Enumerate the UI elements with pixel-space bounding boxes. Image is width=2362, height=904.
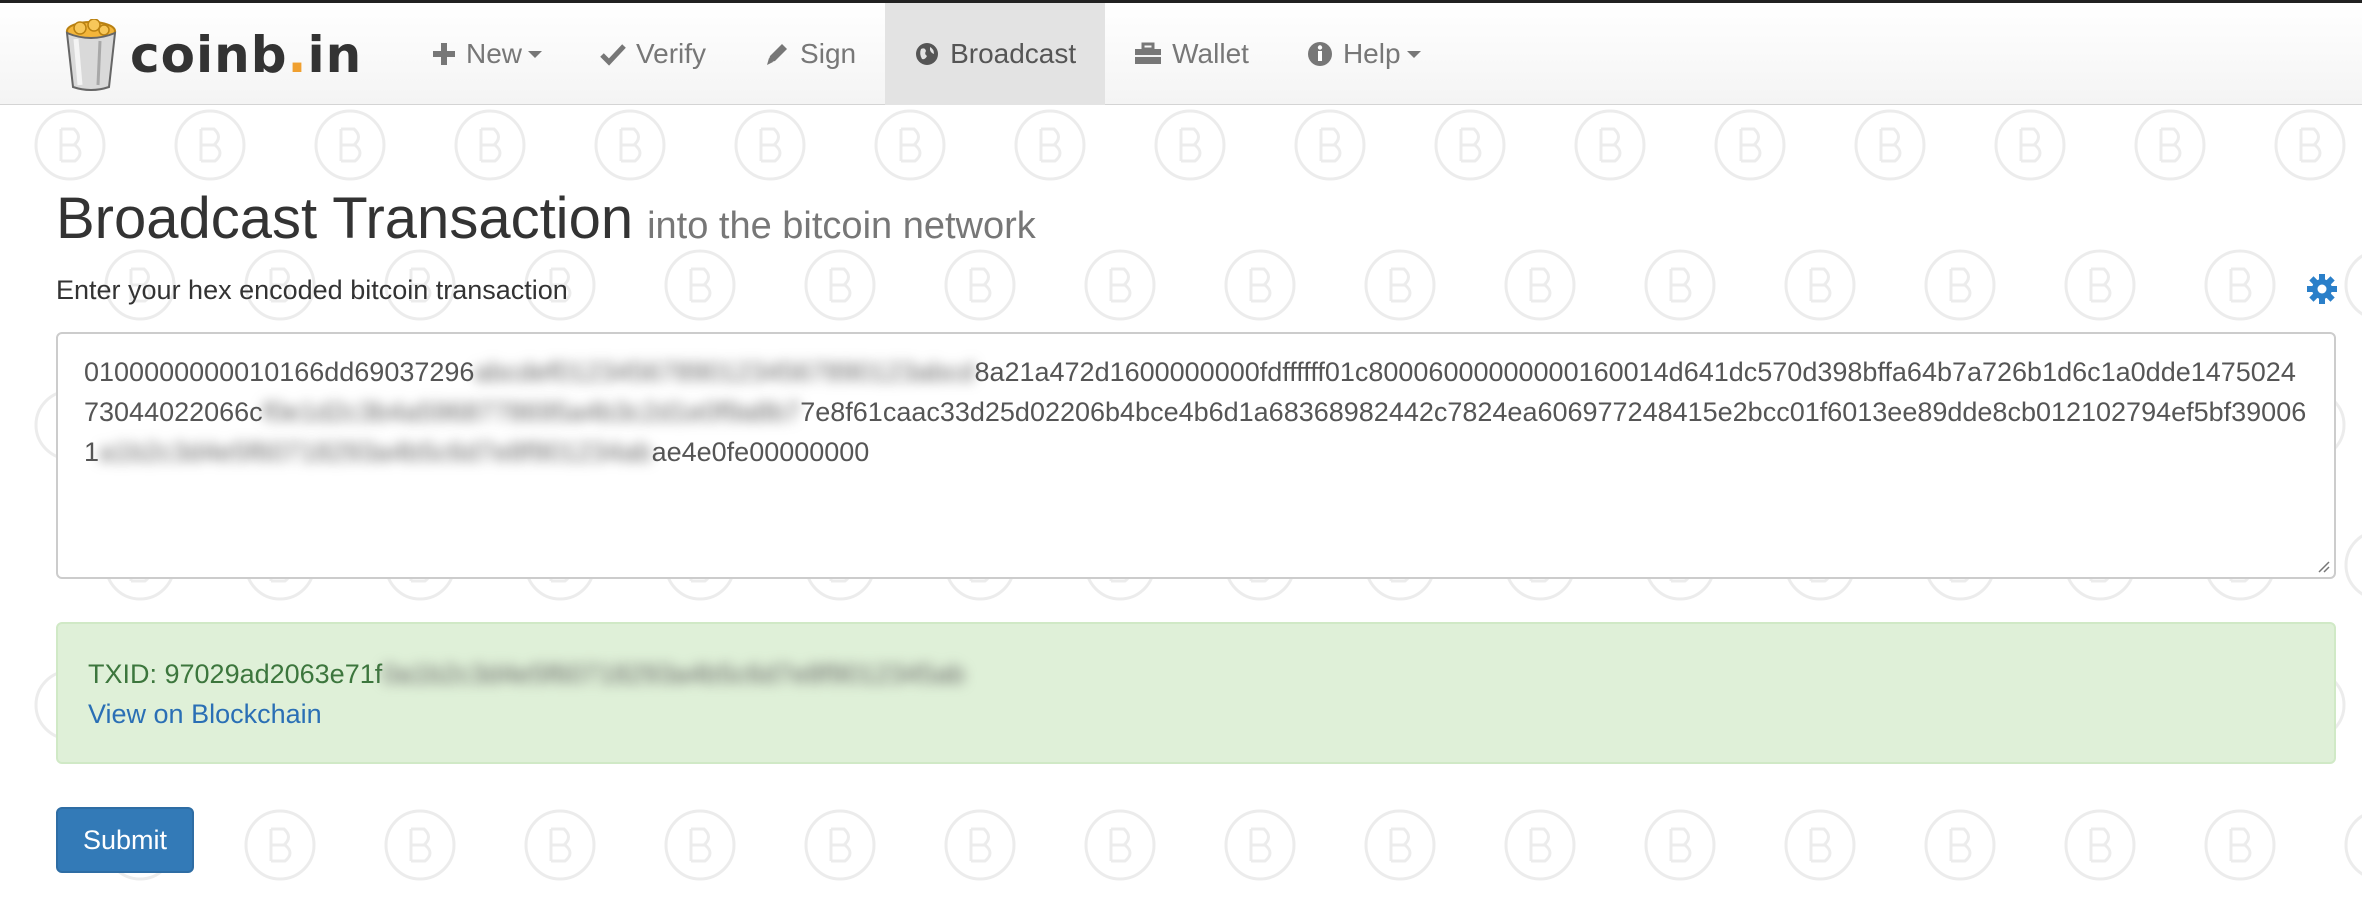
background-doodle	[969, 827, 992, 863]
tx-hex-redacted: abcdef012345678901234567890123abcd	[474, 357, 975, 387]
nav-item-label: Broadcast	[950, 38, 1077, 69]
background-doodle	[2299, 127, 2322, 163]
background-doodle	[409, 827, 432, 863]
page-title: Broadcast Transaction into the bitcoin ne…	[56, 186, 1036, 251]
briefcase-icon	[1134, 42, 1162, 66]
background-doodle	[689, 267, 712, 303]
nav-item-label: Wallet	[1172, 38, 1249, 69]
background-doodle	[2089, 827, 2112, 863]
nav-item-broadcast[interactable]: Broadcast	[885, 3, 1106, 105]
view-on-blockchain-link[interactable]: View on Blockchain	[88, 694, 322, 734]
background-doodle	[2344, 814, 2362, 876]
background-doodle	[1739, 127, 1762, 163]
nav-item-help[interactable]: Help	[1278, 3, 1450, 105]
background-doodle	[1949, 267, 1972, 303]
main-nav: New Verify Sign Broadcast Wallet Help	[403, 3, 1450, 105]
background-doodle	[1179, 127, 1202, 163]
nav-item-verify[interactable]: Verify	[571, 3, 735, 105]
tx-hex-redacted: f0e1d2c3b4a5968778695a4b3c2d1e0f9a8b7	[262, 397, 801, 427]
background-doodle	[199, 127, 222, 163]
background-doodle	[59, 127, 82, 163]
page-subtitle: into the bitcoin network	[647, 205, 1036, 247]
background-doodle	[1529, 267, 1552, 303]
tx-hex-part: 0100000000010166dd69037296	[84, 357, 475, 387]
transaction-hex-textarea[interactable]: 0100000000010166dd69037296abcdef01234567…	[56, 332, 2336, 579]
background-doodle	[1669, 267, 1692, 303]
background-doodle	[1039, 127, 1062, 163]
background-doodle	[2019, 127, 2042, 163]
nav-item-label: New	[466, 38, 523, 69]
brand-name: coinb.in	[130, 26, 363, 84]
background-doodle	[1109, 267, 1132, 303]
background-doodle	[1879, 127, 1902, 163]
background-doodle	[759, 127, 782, 163]
background-doodle	[1249, 267, 1272, 303]
plus-icon	[432, 42, 456, 66]
info-icon	[1307, 41, 1333, 67]
background-doodle	[899, 127, 922, 163]
nav-item-label: Help	[1342, 38, 1401, 69]
background-doodle	[1319, 127, 1342, 163]
nav-item-wallet[interactable]: Wallet	[1105, 3, 1278, 105]
background-doodle	[829, 267, 852, 303]
background-doodle	[269, 827, 292, 863]
top-navbar: coinb.in New Verify Sign Broadcast Walle…	[0, 0, 2362, 105]
nav-item-label: Verify	[636, 38, 707, 69]
background-doodle	[619, 127, 642, 163]
txid-redacted: 0a1b2c3d4e5f60718293a4b5c6d7e8f9012345ab	[382, 659, 965, 689]
bitcoin-bucket-icon	[65, 19, 117, 91]
background-doodle	[549, 827, 572, 863]
background-doodle	[969, 267, 992, 303]
background-doodle	[1529, 827, 1552, 863]
background-doodle	[689, 827, 712, 863]
background-doodle	[1109, 827, 1132, 863]
background-doodle	[2089, 267, 2112, 303]
check-icon	[600, 42, 626, 66]
background-doodle	[2344, 254, 2362, 316]
nav-item-label: Sign	[800, 38, 857, 69]
pencil-icon	[764, 41, 790, 67]
txid-text: TXID: 97029ad2063e71f0a1b2c3d4e5f6071829…	[88, 659, 965, 689]
success-alert: TXID: 97029ad2063e71f0a1b2c3d4e5f6071829…	[56, 622, 2336, 764]
transaction-input-label: Enter your hex encoded bitcoin transacti…	[56, 275, 568, 305]
background-doodle	[1389, 827, 1412, 863]
background-doodle	[1389, 267, 1412, 303]
background-doodle	[1669, 827, 1692, 863]
resize-handle-icon[interactable]	[2316, 559, 2330, 573]
background-doodle	[339, 127, 362, 163]
brand-logo[interactable]: coinb.in	[62, 17, 362, 93]
tx-hex-part: 7e8f61caac33d25d02206b4bce4b6d1a68368982…	[800, 397, 1933, 427]
background-doodle	[2229, 267, 2252, 303]
nav-item-new[interactable]: New	[403, 3, 571, 105]
background-doodle	[1949, 827, 1972, 863]
background-doodle	[1599, 127, 1622, 163]
submit-button[interactable]: Submit	[56, 807, 194, 873]
background-doodle	[2229, 827, 2252, 863]
background-doodle	[829, 827, 852, 863]
background-doodle	[1459, 127, 1482, 163]
tx-hex-part: ae4e0fe00000000	[651, 437, 870, 467]
nav-item-sign[interactable]: Sign	[735, 3, 885, 105]
globe-icon	[914, 41, 940, 67]
tx-hex-redacted: a1b2c3d4e5f60718293a4b5c6d7e8f901234ab	[99, 437, 652, 467]
background-doodle	[2159, 127, 2182, 163]
background-doodle	[479, 127, 502, 163]
background-doodle	[1249, 827, 1272, 863]
settings-gear-icon[interactable]	[2306, 273, 2338, 305]
background-doodle	[2344, 534, 2362, 596]
background-doodle	[1809, 267, 1832, 303]
caret-down-icon	[1406, 50, 1421, 58]
caret-down-icon	[528, 50, 543, 58]
tx-hex-part: 8a21a472d1600000000fdffffff01c8000600000…	[974, 357, 2088, 387]
background-doodle	[1809, 827, 1832, 863]
